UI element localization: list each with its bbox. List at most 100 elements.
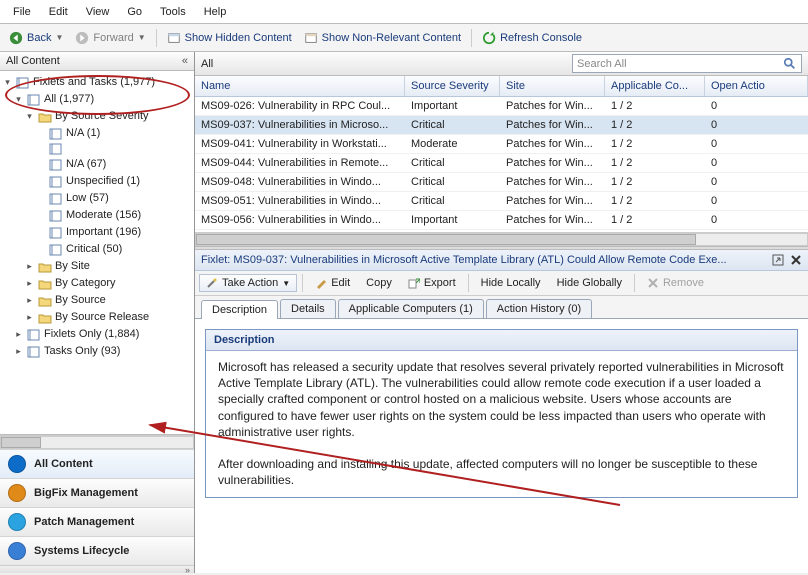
table-row[interactable]: MS09-041: Vulnerability in Workstati...M… (195, 135, 808, 154)
close-detail-icon[interactable] (790, 254, 802, 266)
toolbar-separator-2 (471, 29, 472, 47)
tree-label: By Category (55, 276, 116, 291)
tree-label: By Source (55, 293, 106, 308)
take-action-dropdown-icon[interactable]: ▼ (282, 279, 290, 288)
tree-node[interactable]: Moderate (156) (35, 207, 192, 224)
cell-severity: Important (405, 98, 500, 114)
overflow-chevron-icon[interactable]: » (185, 565, 190, 575)
tree-node[interactable]: Low (57) (35, 190, 192, 207)
export-icon (408, 277, 420, 289)
forward-dropdown-icon[interactable]: ▼ (138, 33, 146, 42)
show-nonrelevant-button[interactable]: Show Non-Relevant Content (299, 28, 466, 48)
forward-label: Forward (93, 32, 133, 44)
tree-label: Tasks Only (93) (44, 344, 120, 359)
tree-node[interactable]: Important (196) (35, 224, 192, 241)
expand-icon[interactable] (35, 128, 46, 139)
forward-button[interactable]: Forward ▼ (70, 28, 150, 48)
table-row[interactable]: MS09-026: Vulnerability in RPC Coul...Im… (195, 97, 808, 116)
tree-node[interactable]: Unspecified (1) (35, 173, 192, 190)
menu-go[interactable]: Go (118, 3, 151, 21)
tab-details[interactable]: Details (280, 299, 336, 318)
copy-button[interactable]: Copy (359, 274, 399, 292)
menu-view[interactable]: View (77, 3, 119, 21)
hide-locally-button[interactable]: Hide Locally (474, 274, 548, 292)
expand-icon[interactable]: ▸ (24, 295, 35, 306)
nav-button[interactable]: BigFix Management (0, 478, 194, 507)
col-site[interactable]: Site (500, 76, 605, 96)
table-hscrollbar[interactable] (195, 232, 808, 246)
search-input[interactable]: Search All (572, 54, 802, 73)
tree-node[interactable]: ▾Fixlets and Tasks (1,977) (2, 74, 192, 91)
refresh-button[interactable]: Refresh Console (477, 28, 587, 48)
table-row[interactable]: MS09-048: Vulnerabilities in Windo...Cri… (195, 173, 808, 192)
hide-globally-button[interactable]: Hide Globally (550, 274, 629, 292)
tree-node[interactable]: ▸ By Category (24, 275, 192, 292)
nav-button[interactable]: All Content (0, 449, 194, 478)
menu-tools[interactable]: Tools (151, 3, 195, 21)
expand-icon[interactable]: ▸ (24, 312, 35, 323)
tree-node[interactable]: N/A (1) (35, 125, 192, 142)
cell-severity: Important (405, 212, 500, 228)
tree-node[interactable]: ▸ Tasks Only (93) (13, 343, 192, 360)
cell-site: Patches for Win... (500, 136, 605, 152)
right-header-label: All (201, 58, 213, 70)
expand-icon[interactable] (35, 193, 46, 204)
nav-label: BigFix Management (34, 487, 138, 499)
tree-node[interactable]: ▾By Source Severity (24, 108, 192, 125)
nav-button[interactable]: Systems Lifecycle (0, 536, 194, 565)
search-icon[interactable] (783, 57, 797, 71)
col-severity[interactable]: Source Severity (405, 76, 500, 96)
expand-icon[interactable] (35, 159, 46, 170)
expand-icon[interactable]: ▾ (13, 94, 24, 105)
tree-node[interactable]: ▸ By Source (24, 292, 192, 309)
tree-hscrollbar[interactable] (0, 435, 194, 449)
tree-node[interactable]: ▸By Source Release (24, 309, 192, 326)
tree-node[interactable] (35, 142, 192, 156)
expand-icon[interactable]: ▾ (2, 77, 13, 88)
back-dropdown-icon[interactable]: ▼ (55, 33, 63, 42)
tab-action-history[interactable]: Action History (0) (486, 299, 592, 318)
tree-label: Fixlets Only (1,884) (44, 327, 139, 342)
back-button[interactable]: Back ▼ (4, 28, 68, 48)
tree-view[interactable]: ▾Fixlets and Tasks (1,977)▾All (1,977)▾B… (0, 71, 194, 435)
expand-icon[interactable]: ▸ (13, 329, 24, 340)
expand-icon[interactable]: ▸ (24, 278, 35, 289)
expand-icon[interactable] (35, 227, 46, 238)
tree-node[interactable]: ▸ Fixlets Only (1,884) (13, 326, 192, 343)
tree-node[interactable]: Critical (50) (35, 241, 192, 258)
table-row[interactable]: MS09-037: Vulnerabilities in Microso...C… (195, 116, 808, 135)
nav-button[interactable]: Patch Management (0, 507, 194, 536)
expand-icon[interactable] (35, 144, 46, 155)
expand-icon[interactable] (35, 176, 46, 187)
expand-icon[interactable]: ▸ (13, 346, 24, 357)
popout-icon[interactable] (772, 254, 784, 266)
table-row[interactable]: MS09-044: Vulnerabilities in Remote...Cr… (195, 154, 808, 173)
menu-file[interactable]: File (4, 3, 40, 21)
tab-description[interactable]: Description (201, 300, 278, 319)
export-button[interactable]: Export (401, 274, 463, 292)
expand-icon[interactable] (35, 244, 46, 255)
menu-edit[interactable]: Edit (40, 3, 77, 21)
tree-node[interactable]: ▾All (1,977) (13, 91, 192, 108)
tree-node[interactable]: ▸By Site (24, 258, 192, 275)
table-row[interactable]: MS09-056: Vulnerabilities in Windo...Imp… (195, 211, 808, 230)
menu-help[interactable]: Help (195, 3, 236, 21)
col-applicable[interactable]: Applicable Co... (605, 76, 705, 96)
col-name[interactable]: Name (195, 76, 405, 96)
remove-button[interactable]: Remove (640, 274, 711, 292)
expand-icon[interactable]: ▸ (24, 261, 35, 272)
take-action-button[interactable]: Take Action▼ (199, 274, 297, 292)
collapse-left-icon[interactable]: « (182, 55, 188, 67)
tree-node[interactable]: N/A (67) (35, 156, 192, 173)
tree-label: Low (57) (66, 191, 109, 206)
table-row[interactable]: MS09-051: Vulnerabilities in Windo...Cri… (195, 192, 808, 211)
expand-icon[interactable]: ▾ (24, 111, 35, 122)
show-hidden-button[interactable]: Show Hidden Content (162, 28, 297, 48)
tab-applicable-computers[interactable]: Applicable Computers (1) (338, 299, 484, 318)
expand-icon[interactable] (35, 210, 46, 221)
export-label: Export (424, 277, 456, 289)
edit-button[interactable]: Edit (308, 274, 357, 292)
cell-open: 0 (705, 212, 808, 228)
col-open-actions[interactable]: Open Actio (705, 76, 808, 96)
cell-open: 0 (705, 174, 808, 190)
